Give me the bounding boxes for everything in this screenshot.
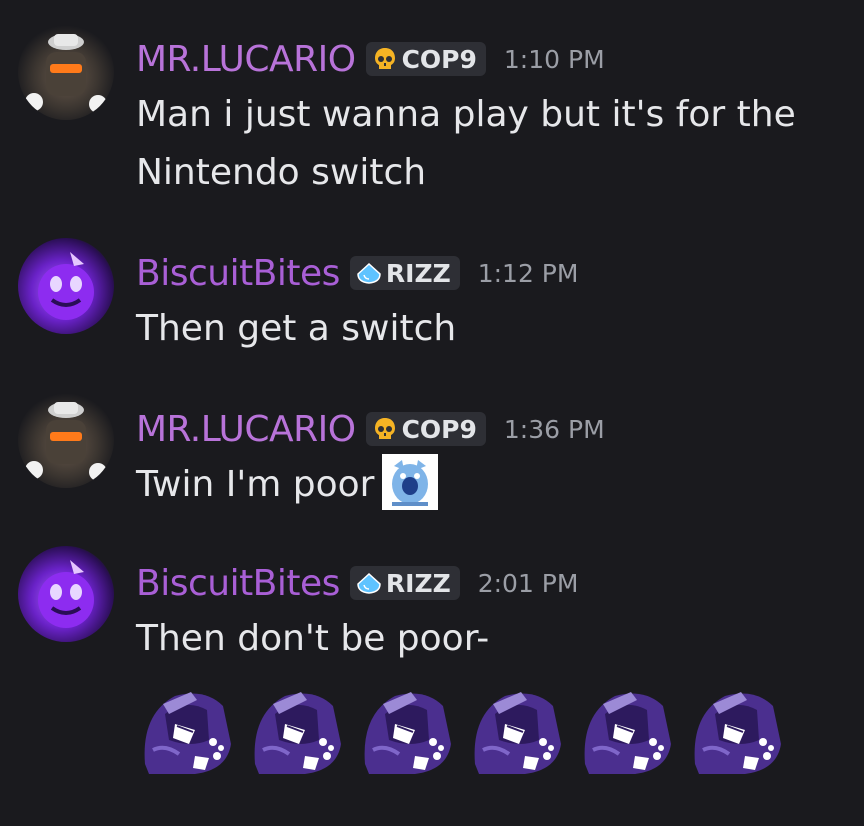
guild-tag-label: RIZZ — [385, 258, 451, 288]
timestamp[interactable]: 2:01 PM — [478, 569, 579, 598]
crying-creature-emoji[interactable] — [382, 454, 439, 510]
message-line: Then get a switch — [136, 308, 457, 349]
message-header: MR.LUCARIO COP9 1:36 PM — [136, 407, 605, 451]
avatar[interactable] — [18, 392, 114, 488]
message-content: Then don't be poor- — [136, 610, 489, 668]
message-line: Twin I'm poor — [136, 464, 375, 505]
avatar[interactable] — [18, 546, 114, 642]
purple-character-sticker[interactable] — [575, 684, 674, 776]
author-name[interactable]: MR.LUCARIO — [136, 39, 356, 80]
guild-tag[interactable]: COP9 — [365, 42, 486, 76]
message-line: Then don't be poor- — [136, 618, 490, 659]
message-content: Man i just wanna play but it's for the N… — [136, 86, 796, 202]
guild-tag-label: COP9 — [401, 414, 477, 444]
avatar-image — [38, 560, 94, 628]
purple-character-sticker[interactable] — [245, 684, 344, 776]
avatar-image — [25, 34, 107, 113]
avatar[interactable] — [18, 24, 114, 120]
purple-character-sticker[interactable] — [355, 684, 454, 776]
avatar-image — [38, 252, 94, 320]
purple-character-sticker[interactable] — [465, 684, 564, 776]
message-line: Man i just wanna play but it's for the — [136, 94, 796, 135]
guild-tag[interactable]: RIZZ — [349, 566, 460, 600]
purple-character-sticker[interactable] — [685, 684, 784, 776]
timestamp[interactable]: 1:36 PM — [504, 415, 605, 444]
message-line: Nintendo switch — [136, 152, 427, 193]
guild-tag-label: RIZZ — [385, 568, 451, 598]
author-name[interactable]: MR.LUCARIO — [136, 409, 356, 450]
guild-tag[interactable]: COP9 — [365, 412, 486, 446]
avatar[interactable] — [18, 238, 114, 334]
guild-tag-label: COP9 — [401, 44, 477, 74]
message-content: Twin I'm poor — [136, 454, 439, 514]
water-drop-icon — [357, 262, 381, 284]
message-header: BiscuitBites RIZZ 1:12 PM — [136, 251, 578, 295]
timestamp[interactable]: 1:10 PM — [504, 45, 605, 74]
message-header: MR.LUCARIO COP9 1:10 PM — [136, 37, 605, 81]
sticker-row — [135, 684, 784, 776]
message-header: BiscuitBites RIZZ 2:01 PM — [136, 561, 578, 605]
water-drop-icon — [357, 572, 381, 594]
guild-tag[interactable]: RIZZ — [349, 256, 460, 290]
author-name[interactable]: BiscuitBites — [136, 253, 340, 294]
avatar-image — [25, 402, 107, 481]
skull-icon — [374, 418, 395, 439]
timestamp[interactable]: 1:12 PM — [478, 259, 579, 288]
message-content: Then get a switch — [136, 300, 456, 358]
skull-icon — [374, 48, 395, 69]
author-name[interactable]: BiscuitBites — [136, 563, 340, 604]
purple-character-sticker[interactable] — [135, 684, 234, 776]
